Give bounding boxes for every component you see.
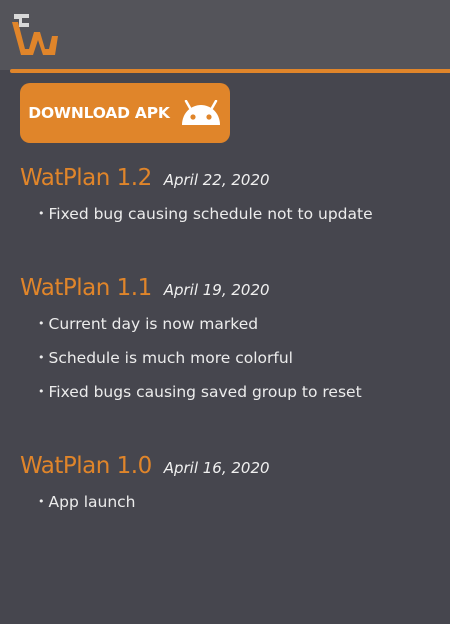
release-date: April 19, 2020	[163, 281, 270, 299]
android-icon	[181, 100, 220, 125]
release-version: WatPlan 1.2	[20, 165, 152, 191]
release-version: WatPlan 1.1	[20, 275, 152, 301]
release-note: • Fixed bug causing schedule not to updat…	[38, 205, 373, 223]
release-note: • App launch	[38, 493, 136, 511]
bullet-icon: •	[38, 385, 45, 398]
app-header	[0, 0, 450, 70]
release-note: • Current day is now marked	[38, 315, 259, 333]
release-notes: • Current day is now marked • Schedule is …	[20, 307, 362, 409]
release-note: • Fixed bugs causing saved group to reset	[38, 383, 362, 401]
bullet-icon: •	[38, 351, 45, 364]
release-date: April 22, 2020	[163, 171, 270, 189]
release-1-1: WatPlan 1.1 April 19, 2020 • Current day …	[20, 275, 362, 409]
release-1-2: WatPlan 1.2 April 22, 2020 • Fixed bug ca…	[20, 165, 373, 231]
bullet-icon: •	[38, 207, 45, 220]
download-apk-button[interactable]: DOWNLOAD APK	[20, 83, 230, 143]
watplan-logo[interactable]	[9, 10, 59, 60]
bullet-icon: •	[38, 317, 45, 330]
release-version: WatPlan 1.0	[20, 453, 152, 479]
bullet-icon: •	[38, 495, 45, 508]
release-notes: • Fixed bug causing schedule not to updat…	[20, 197, 373, 231]
release-date: April 16, 2020	[163, 459, 270, 477]
header-divider	[10, 69, 450, 73]
release-notes: • App launch	[20, 485, 270, 519]
download-apk-label: DOWNLOAD APK	[28, 104, 170, 122]
release-note: • Schedule is much more colorful	[38, 349, 293, 367]
release-1-0: WatPlan 1.0 April 16, 2020 • App launch	[20, 453, 270, 519]
